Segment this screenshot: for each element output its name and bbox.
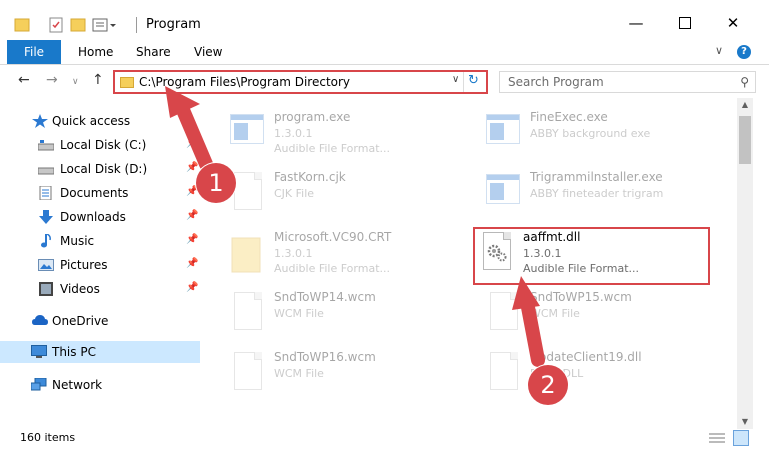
annotation-badge-2: 2 (528, 365, 568, 405)
annotation-arrows (165, 86, 545, 367)
arrow-2 (512, 276, 545, 367)
arrow-1 (165, 86, 213, 171)
annotation-badge-1: 1 (196, 163, 236, 203)
